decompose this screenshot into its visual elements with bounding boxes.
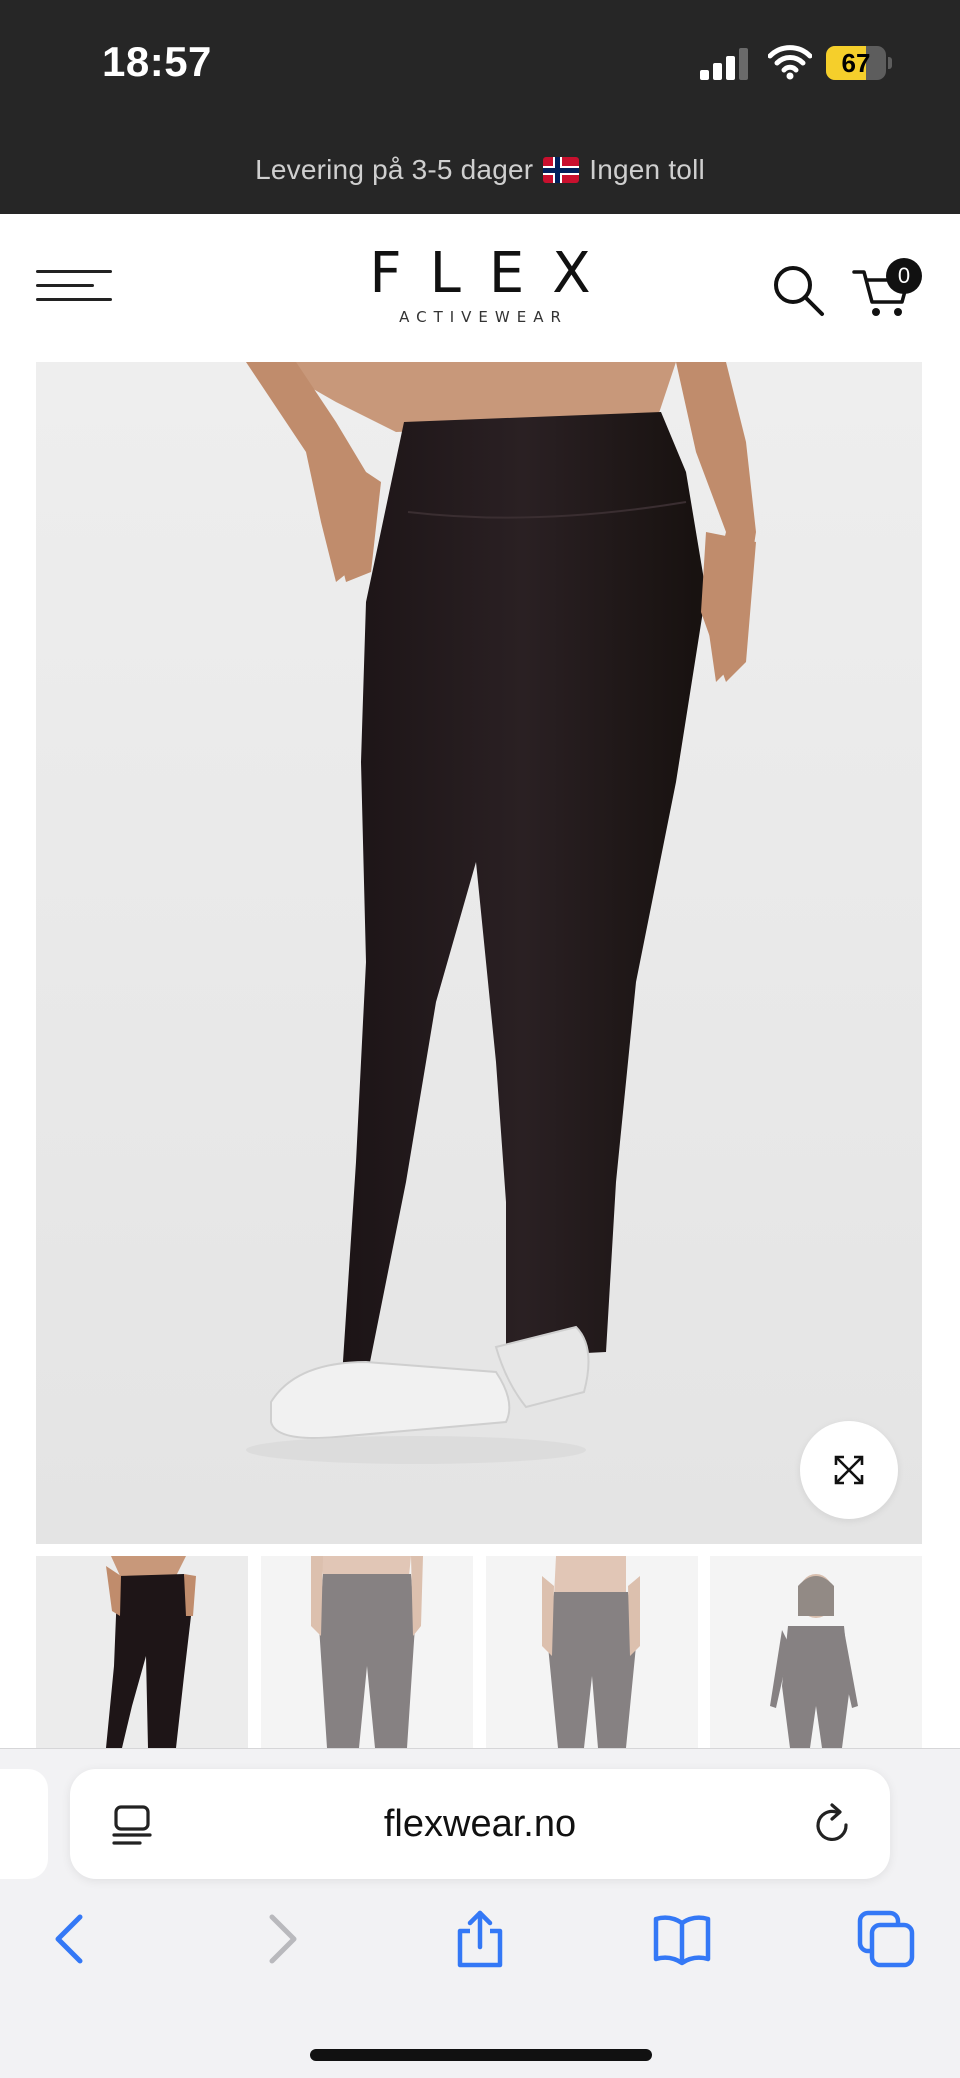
announcement-bar: Levering på 3-5 dager Ingen toll	[0, 126, 960, 214]
thumbnail-back-1[interactable]	[261, 1556, 473, 1748]
cart-count-badge: 0	[886, 258, 922, 294]
back-arrow-icon[interactable]	[42, 1909, 102, 1969]
announcement-delivery: Levering på 3-5 dager	[255, 154, 534, 185]
reader-mode-icon[interactable]	[110, 1803, 154, 1847]
thumbnail-full-outfit[interactable]	[710, 1556, 922, 1748]
search-icon[interactable]	[770, 262, 826, 318]
share-icon[interactable]	[450, 1909, 510, 1969]
announcement-customs: Ingen toll	[589, 154, 705, 185]
browser-toolbar: flexwear.no	[0, 1748, 960, 2078]
thumbnail-strip	[36, 1556, 922, 1748]
address-bar[interactable]: flexwear.no	[70, 1769, 890, 1879]
site-logo[interactable]: FLEX ACTIVEWEAR	[340, 241, 620, 327]
tabs-icon[interactable]	[856, 1909, 916, 1969]
announcement-text: Levering på 3-5 dager Ingen toll	[255, 154, 705, 186]
logo-tagline: ACTIVEWEAR	[399, 308, 568, 326]
product-photo[interactable]	[36, 362, 922, 1544]
product-photo-illustration	[36, 362, 922, 1544]
status-time: 18:57	[102, 38, 212, 85]
reload-icon[interactable]	[810, 1803, 854, 1847]
url-text: flexwear.no	[383, 1803, 577, 1845]
thumbnail-front[interactable]	[36, 1556, 248, 1748]
status-bar: 18:57 67	[0, 0, 960, 126]
home-indicator[interactable]	[310, 2049, 652, 2061]
expand-icon	[834, 1455, 864, 1485]
wifi-icon	[768, 45, 812, 80]
cellular-signal-icon	[700, 48, 748, 80]
bookmarks-icon[interactable]	[652, 1909, 712, 1969]
expand-image-button[interactable]	[800, 1421, 898, 1519]
thumbnail-back-2[interactable]	[486, 1556, 698, 1748]
forward-arrow-icon[interactable]	[250, 1909, 310, 1969]
norway-flag-icon	[543, 157, 580, 183]
battery-indicator: 67	[826, 46, 892, 80]
battery-level: 67	[841, 48, 871, 78]
cart-button[interactable]: 0	[852, 258, 924, 322]
hamburger-menu-icon[interactable]	[36, 264, 112, 308]
logo-wordmark: FLEX	[369, 241, 619, 306]
site-header: FLEX ACTIVEWEAR 0	[0, 214, 960, 362]
previous-tab-peek[interactable]	[0, 1769, 48, 1879]
